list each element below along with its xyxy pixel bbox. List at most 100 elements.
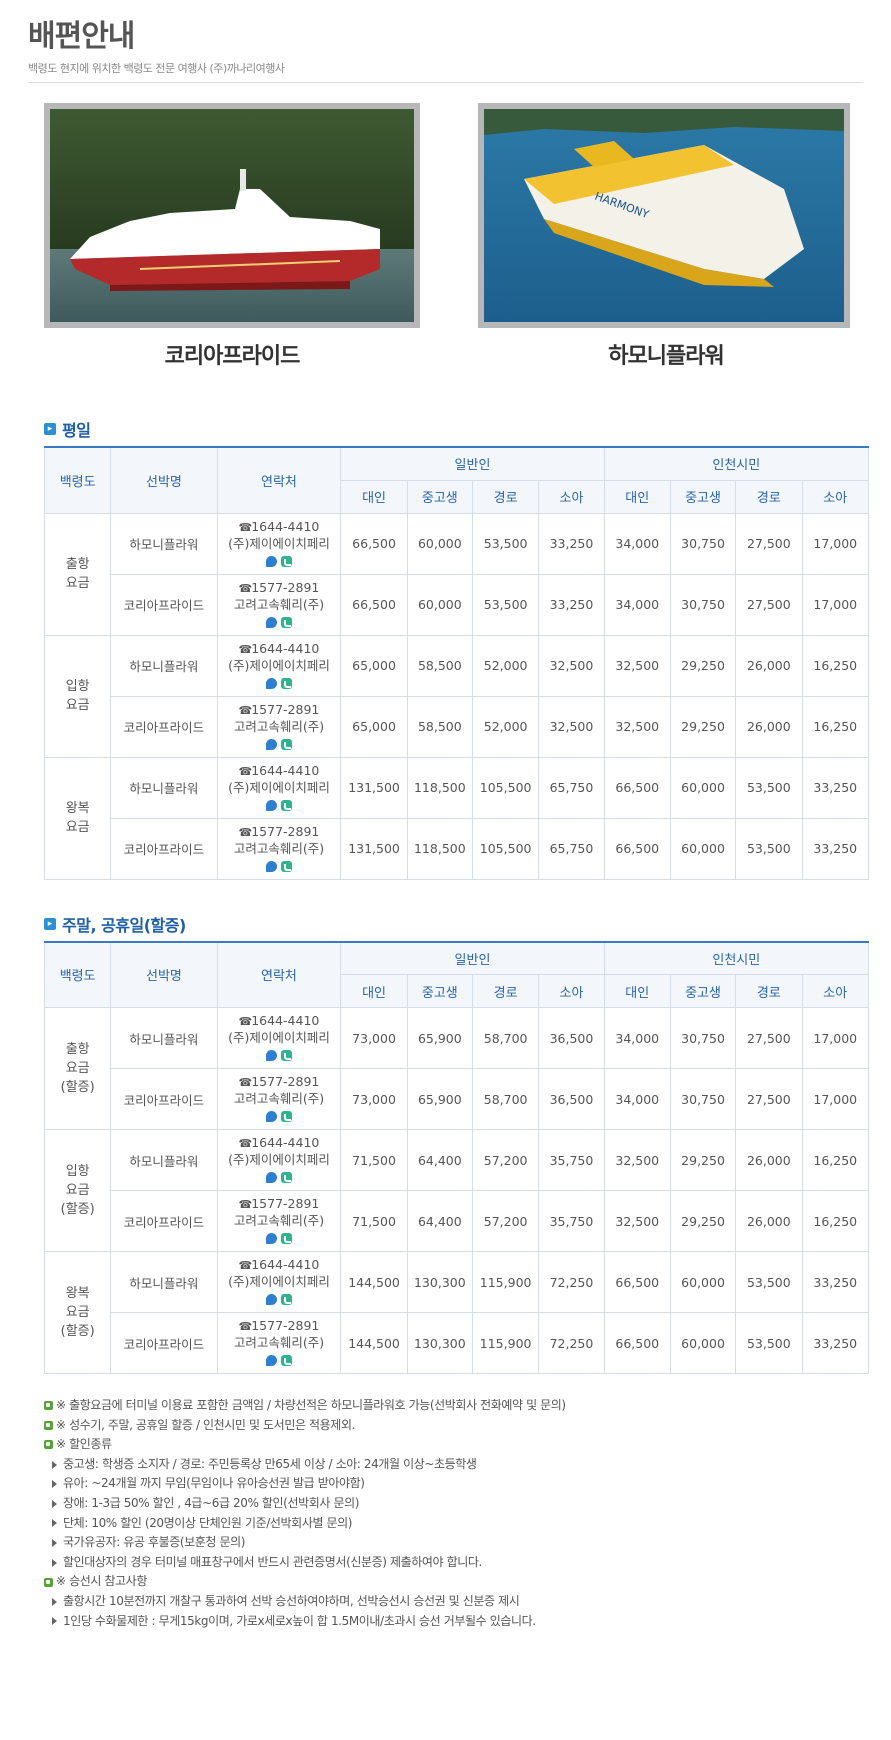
contact-phone-line[interactable]: ☎1577-2891: [218, 1318, 341, 1335]
page-header: 배편안내 백령도 현지에 위치한 백령도 전문 여행사 (주)까나리여행사: [28, 0, 863, 83]
phone-icon: ☎: [238, 1137, 253, 1150]
contact-phone[interactable]: 1577-2891: [251, 1318, 319, 1333]
arrow-bullet-icon: [52, 1460, 57, 1469]
call-icon[interactable]: [280, 1172, 292, 1183]
fare-cell: 33,250: [801, 1312, 870, 1374]
contact-actions: [218, 1291, 341, 1307]
call-icon[interactable]: [280, 860, 292, 872]
note-heading: ※ 승선시 참고사항: [44, 1572, 866, 1592]
fare-group-label: 입항 요금 (할증): [43, 1129, 112, 1252]
fare-cell: 58,700: [471, 1068, 540, 1130]
contact-phone[interactable]: 1644-4410: [251, 1013, 319, 1028]
chat-icon[interactable]: [265, 860, 277, 872]
arrow-bullet-icon: [52, 1617, 57, 1626]
table-row: 코리아프라이드 ☎1577-2891 고려고속훼리(주) 131,500 118,500…: [45, 817, 870, 880]
ship-name-harmony-flower: 하모니플라워: [608, 344, 724, 369]
chat-icon[interactable]: [265, 799, 277, 811]
contact-phone-line[interactable]: ☎1577-2891: [218, 1196, 341, 1213]
fare-cell: 35,750: [538, 1190, 605, 1252]
chat-icon[interactable]: [265, 1355, 277, 1366]
fare-cell: 34,000: [603, 1068, 671, 1130]
fare-group-label-line: 입항: [65, 679, 90, 694]
fare-cell: 32,500: [603, 1190, 671, 1252]
note-heading: ※ 출항요금에 터미널 이용료 포함한 금액임 / 차량선적은 하모니플라워호 …: [44, 1396, 866, 1416]
call-icon[interactable]: [280, 738, 292, 750]
contact-phone-line[interactable]: ☎1644-4410: [218, 1257, 341, 1274]
fare-cell: 73,000: [340, 1068, 408, 1130]
chat-icon[interactable]: [265, 738, 277, 750]
contact-cell: ☎1644-4410 (주)제이에이치페리: [216, 512, 342, 575]
contact-phone-line[interactable]: ☎1644-4410: [218, 1135, 341, 1152]
contact-phone-line[interactable]: ☎1644-4410: [218, 519, 341, 536]
call-icon[interactable]: [280, 1355, 292, 1366]
contact-phone-line[interactable]: ☎1577-2891: [218, 824, 341, 841]
contact-cell: ☎1577-2891 고려고속훼리(주): [216, 695, 342, 758]
ship-name-cell: 하모니플라워: [110, 512, 218, 575]
fare-cell: 58,500: [406, 695, 473, 758]
ship-card-harmony-flower: HARMONY 하모니플라워: [478, 103, 854, 370]
call-icon[interactable]: [280, 616, 292, 628]
call-icon[interactable]: [280, 677, 292, 689]
fare-cell: 53,500: [735, 756, 803, 819]
contact-phone-line[interactable]: ☎1577-2891: [218, 702, 341, 719]
call-icon[interactable]: [280, 1233, 292, 1244]
contact-actions: [218, 858, 341, 874]
fare-cell: 52,000: [471, 634, 540, 697]
header-contact: 연락처: [216, 941, 342, 1008]
arrow-bullet-icon: [52, 1558, 57, 1567]
contact-phone-line[interactable]: ☎1644-4410: [218, 1013, 341, 1030]
contact-phone[interactable]: 1644-4410: [251, 1257, 319, 1272]
header-student: 중고생: [406, 479, 473, 514]
weekday-section-title: 평일: [62, 421, 91, 440]
contact-phone-line[interactable]: ☎1577-2891: [218, 1074, 341, 1091]
fare-group-label-line: (할증): [60, 1080, 95, 1095]
contact-phone[interactable]: 1644-4410: [251, 641, 319, 656]
weekend-fare-table: 백령도 선박명 연락처 일반인 인천시민 대인 중고생 경로 소아 대인 중고생…: [43, 940, 870, 1374]
contact-phone-line[interactable]: ☎1577-2891: [218, 580, 341, 597]
contact-phone[interactable]: 1644-4410: [251, 519, 319, 534]
phone-icon: ☎: [238, 764, 253, 778]
chat-icon[interactable]: [265, 677, 277, 689]
fare-cell: 32,500: [538, 634, 605, 697]
chat-icon[interactable]: [265, 1111, 277, 1122]
contact-phone[interactable]: 1577-2891: [251, 1196, 319, 1211]
call-icon[interactable]: [280, 1294, 292, 1305]
fare-group-label-line: 요금: [65, 1183, 90, 1198]
contact-company: (주)제이에이치페리: [228, 1274, 330, 1289]
call-icon[interactable]: [280, 1050, 292, 1061]
fare-cell: 115,900: [471, 1312, 540, 1374]
contact-phone-line[interactable]: ☎1644-4410: [218, 641, 341, 658]
contact-phone-line[interactable]: ☎1644-4410: [218, 763, 341, 780]
fare-cell: 118,500: [406, 817, 473, 880]
chat-icon[interactable]: [265, 1050, 277, 1061]
contact-actions: [218, 675, 341, 691]
fare-cell: 65,750: [538, 817, 605, 880]
note-bullet-icon: [44, 1577, 53, 1587]
fare-cell: 29,250: [669, 1190, 737, 1252]
call-icon[interactable]: [280, 555, 292, 567]
fare-group-label-line: 요금: [65, 576, 90, 591]
fare-group-label-line: 요금: [65, 1061, 90, 1076]
contact-phone[interactable]: 1577-2891: [251, 1074, 319, 1089]
contact-phone[interactable]: 1577-2891: [251, 702, 319, 717]
fare-cell: 65,900: [406, 1068, 473, 1130]
ship-name-cell: 코리아프라이드: [110, 1068, 218, 1130]
call-icon[interactable]: [280, 1111, 292, 1122]
contact-phone[interactable]: 1644-4410: [251, 1135, 319, 1150]
chat-icon[interactable]: [265, 1294, 277, 1305]
header-adult: 대인: [340, 479, 408, 514]
page-subtitle: 백령도 현지에 위치한 백령도 전문 여행사 (주)까나리여행사: [28, 62, 285, 75]
chat-icon[interactable]: [265, 616, 277, 628]
ship-name-cell: 코리아프라이드: [110, 573, 218, 636]
chat-icon[interactable]: [265, 555, 277, 567]
chat-icon[interactable]: [265, 1233, 277, 1244]
note-item: 출항시간 10분전까지 개찰구 통과하여 선박 승선하여야하며, 선박승선시 승…: [44, 1592, 866, 1612]
contact-phone[interactable]: 1644-4410: [251, 763, 319, 778]
arrow-bullet-icon: [52, 1597, 57, 1606]
call-icon[interactable]: [280, 799, 292, 811]
contact-phone[interactable]: 1577-2891: [251, 824, 319, 839]
ship-name-cell: 하모니플라워: [110, 1251, 218, 1313]
fare-cell: 118,500: [406, 756, 473, 819]
contact-phone[interactable]: 1577-2891: [251, 580, 319, 595]
chat-icon[interactable]: [265, 1172, 277, 1183]
